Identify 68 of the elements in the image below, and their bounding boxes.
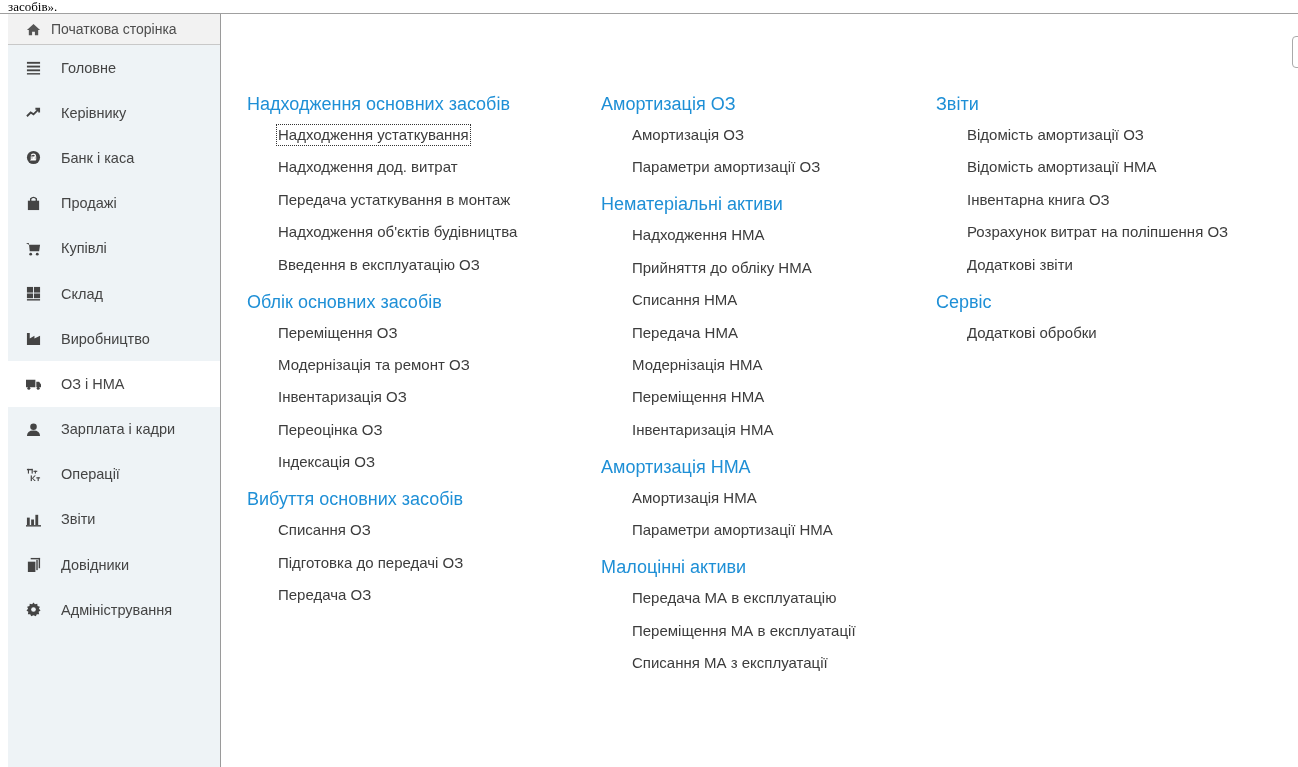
command-link[interactable]: Параметри амортизації НМА [630, 519, 835, 542]
command-link[interactable]: Переоцінка ОЗ [276, 418, 385, 441]
bag-icon [26, 195, 41, 211]
section-heading: Амортизація НМА [601, 455, 752, 479]
command-link[interactable]: Надходження устаткування [276, 124, 471, 146]
command-link[interactable]: Переміщення НМА [630, 386, 767, 409]
command-link[interactable]: Передача МА в експлуатацію [630, 587, 839, 610]
section-heading: Облік основних засобів [247, 290, 443, 314]
sidebar-item[interactable]: Зарплата і кадри [8, 406, 220, 452]
debit-credit-icon [26, 466, 41, 482]
command-link[interactable]: Переміщення МА в експлуатації [630, 619, 858, 642]
command-link[interactable]: Надходження НМА [630, 224, 767, 247]
home-icon [26, 21, 41, 37]
command-link[interactable]: Відомість амортизації ОЗ [965, 124, 1146, 146]
command-link[interactable]: Додаткові звіти [965, 253, 1075, 276]
document-text: засобів». [8, 0, 59, 13]
command-link[interactable]: Параметри амортизації ОЗ [630, 156, 823, 179]
command-link[interactable]: Списання НМА [630, 289, 740, 312]
grid-icon [26, 286, 41, 302]
command-link[interactable]: Відомість амортизації НМА [965, 156, 1159, 179]
command-link[interactable]: Переміщення ОЗ [276, 321, 400, 344]
sidebar-item[interactable]: Банк і каса [8, 135, 220, 181]
command-link[interactable]: Надходження дод. витрат [276, 156, 460, 179]
command-link[interactable]: Передача ОЗ [276, 583, 374, 606]
section-heading: Надходження основних засобів [247, 93, 511, 116]
documents-icon [26, 557, 41, 573]
command-link[interactable]: Амортизація НМА [630, 486, 759, 509]
person-icon [26, 421, 41, 437]
home-link[interactable]: Початкова сторінка [8, 14, 220, 45]
section-heading: Сервіс [936, 290, 993, 314]
command-link[interactable]: Інвентарна книга ОЗ [965, 188, 1112, 211]
section-heading: Звіти [936, 93, 980, 116]
command-link[interactable]: Додаткові обробки [965, 321, 1099, 344]
sidebar-item[interactable]: Виробництво [8, 316, 220, 362]
command-link[interactable]: Списання МА з експлуатації [630, 651, 830, 674]
command-link[interactable]: Прийняття до обліку НМА [630, 256, 814, 279]
command-link[interactable]: Надходження об'єктів будівництва [276, 221, 520, 244]
menu-icon [26, 60, 41, 76]
coin-icon [26, 150, 41, 166]
sidebar-item[interactable]: Склад [8, 270, 220, 317]
section-heading: Малоцінні активи [601, 556, 748, 580]
command-link[interactable]: Індексація ОЗ [276, 451, 378, 474]
sidebar-item[interactable]: Звіти [8, 496, 220, 543]
factory-icon [26, 331, 41, 347]
section-heading: Вибуття основних засобів [247, 488, 465, 512]
command-link[interactable]: Модернізація та ремонт ОЗ [276, 353, 472, 376]
command-link[interactable]: Інвентаризація ОЗ [276, 386, 409, 409]
sidebar-item[interactable]: Довідники [8, 542, 220, 588]
command-link[interactable]: Розрахунок витрат на поліпшення ОЗ [965, 221, 1231, 244]
command-link[interactable]: Модернізація НМА [630, 353, 765, 376]
sidebar-item[interactable]: Адміністрування [8, 587, 220, 633]
sidebar-item[interactable]: Головне [8, 45, 220, 91]
sidebar-item[interactable]: ОЗ і НМА [8, 361, 220, 407]
command-link[interactable]: Передача устаткування в монтаж [276, 188, 513, 211]
cart-icon [26, 240, 41, 256]
section-heading: Амортизація ОЗ [601, 93, 737, 116]
sidebar-item[interactable]: Купівлі [8, 225, 220, 271]
sidebar-item[interactable]: Керівнику [8, 90, 220, 136]
command-link[interactable]: Введення в експлуатацію ОЗ [276, 253, 482, 276]
command-link[interactable]: Передача НМА [630, 321, 740, 344]
command-link[interactable]: Інвентаризація НМА [630, 418, 776, 441]
sidebar-item[interactable]: Продажі [8, 180, 220, 226]
section-heading: Нематеріальні активи [601, 193, 784, 217]
command-link[interactable]: Списання ОЗ [276, 519, 373, 542]
settings-icon [26, 602, 41, 618]
sidebar-item[interactable]: Операції [8, 451, 220, 497]
command-link[interactable]: Підготовка до передачі ОЗ [276, 551, 466, 574]
command-link[interactable]: Амортизація ОЗ [630, 124, 747, 146]
